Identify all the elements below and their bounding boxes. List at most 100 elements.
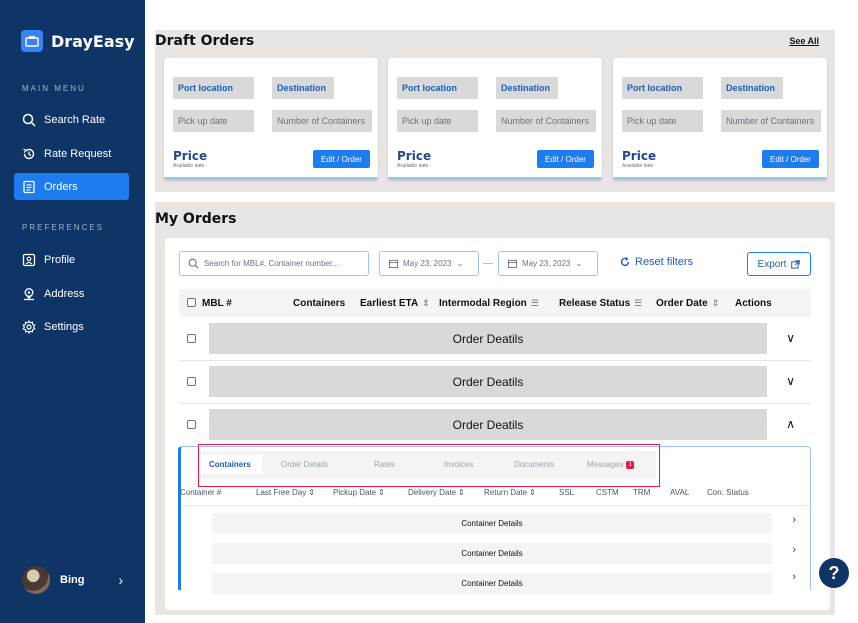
column-containers[interactable]: Containers xyxy=(293,298,345,309)
filter-icon: ☰ xyxy=(530,298,539,308)
divider xyxy=(181,505,810,506)
draft-card[interactable]: Port location Destination Pick up date N… xyxy=(388,58,602,180)
column-mbl[interactable]: MBL # xyxy=(202,298,232,309)
avatar xyxy=(22,566,50,594)
calendar-icon xyxy=(389,259,398,268)
column-con-status[interactable]: Con. Status xyxy=(707,488,749,497)
search-icon xyxy=(22,113,36,127)
gear-icon xyxy=(22,319,36,334)
column-actions: Actions xyxy=(735,298,772,309)
order-details: Order Deatils xyxy=(209,409,767,440)
date-from-value: May 23, 2023 xyxy=(403,259,452,268)
sort-icon: ⇕ xyxy=(422,298,430,308)
port-location: Port location xyxy=(173,77,254,99)
edit-order-button[interactable]: Edit / Order xyxy=(313,150,370,168)
chevron-down-icon: ⌄ xyxy=(575,259,583,268)
chevron-down-icon[interactable]: ∨ xyxy=(786,374,795,388)
column-aval[interactable]: AVAL xyxy=(670,488,689,497)
select-all-checkbox[interactable] xyxy=(187,298,196,307)
price-label: Price xyxy=(622,149,657,163)
help-button[interactable]: ? xyxy=(819,558,849,588)
container-icon xyxy=(21,30,43,52)
date-to-picker[interactable]: May 23, 2023 ⌄ xyxy=(498,251,598,276)
reset-filters-button[interactable]: Reset filters xyxy=(620,256,693,268)
sort-icon: ⇕ xyxy=(711,298,720,308)
edit-order-button[interactable]: Edit / Order xyxy=(537,150,594,168)
chevron-down-icon: ⌄ xyxy=(456,259,464,268)
reset-filters-label: Reset filters xyxy=(635,256,694,268)
chevron-right-icon: › xyxy=(118,572,124,588)
sidebar-item-label: Address xyxy=(44,287,85,300)
column-return-date[interactable]: Return Date ⇕ xyxy=(484,488,536,497)
sidebar-item-profile[interactable]: Profile xyxy=(14,246,129,273)
search-placeholder: Search for MBL#, Container number... xyxy=(204,259,339,268)
chevron-right-icon[interactable]: › xyxy=(792,571,796,583)
chevron-up-icon[interactable]: ∧ xyxy=(786,417,795,431)
container-row[interactable]: Container Details xyxy=(212,513,772,534)
sort-icon: ⇕ xyxy=(458,488,465,497)
column-container-number[interactable]: Container # xyxy=(180,488,221,497)
column-earliest-eta[interactable]: Earliest ETA ⇕ xyxy=(360,298,430,309)
date-to-value: May 23, 2023 xyxy=(522,259,571,268)
my-orders-panel: My Orders Search for MBL#, Container num… xyxy=(155,202,835,615)
number-of-containers: Number of Containers xyxy=(496,110,596,132)
edit-order-button[interactable]: Edit / Order xyxy=(762,150,819,168)
pickup-date: Pick up date xyxy=(622,110,703,132)
chevron-right-icon[interactable]: › xyxy=(792,514,796,526)
column-intermodal-region[interactable]: Intermodal Region ☰ xyxy=(439,298,539,309)
sort-icon: ⇕ xyxy=(529,488,536,497)
number-of-containers: Number of Containers xyxy=(272,110,372,132)
sort-icon: ⇕ xyxy=(308,488,315,497)
container-row[interactable]: Container Details xyxy=(212,543,772,564)
user-name: Bing xyxy=(60,574,85,586)
draft-card[interactable]: Port location Destination Pick up date N… xyxy=(613,58,827,180)
column-trm[interactable]: TRM xyxy=(633,488,650,497)
container-row[interactable]: Container Details xyxy=(212,573,772,594)
sidebar-item-orders[interactable]: Orders xyxy=(14,173,129,200)
user-menu[interactable]: Bing › xyxy=(22,566,123,594)
row-checkbox[interactable] xyxy=(187,334,196,343)
search-input[interactable]: Search for MBL#, Container number... xyxy=(179,251,369,276)
available-date: Available date xyxy=(397,163,429,169)
column-last-free-day[interactable]: Last Free Day ⇕ xyxy=(256,488,315,497)
table-row[interactable]: Order Deatils ∧ xyxy=(179,404,811,447)
port-location: Port location xyxy=(622,77,703,99)
available-date: Available date xyxy=(622,163,654,169)
destination: Destination xyxy=(496,77,558,99)
sidebar-item-settings[interactable]: Settings xyxy=(14,313,129,340)
column-pickup-date[interactable]: Pickup Date ⇕ xyxy=(333,488,385,497)
sort-icon: ⇕ xyxy=(378,488,385,497)
tabs-highlight-outline xyxy=(198,444,660,487)
column-order-date[interactable]: Order Date ⇕ xyxy=(656,298,719,309)
column-delivery-date[interactable]: Delivery Date ⇕ xyxy=(408,488,465,497)
draft-card[interactable]: Port location Destination Pick up date N… xyxy=(164,58,378,180)
port-location: Port location xyxy=(397,77,478,99)
sidebar-item-address[interactable]: Address xyxy=(14,280,129,307)
main-menu-label: MAIN MENU xyxy=(22,84,86,93)
table-row[interactable]: Order Deatils ∨ xyxy=(179,361,811,404)
chevron-down-icon[interactable]: ∨ xyxy=(786,331,795,345)
column-release-status[interactable]: Release Status ☰ xyxy=(559,298,642,309)
see-all-link[interactable]: See All xyxy=(789,36,819,46)
sidebar-item-label: Rate Request xyxy=(44,147,112,160)
date-range-separator: — xyxy=(483,258,493,269)
pickup-date: Pick up date xyxy=(173,110,254,132)
column-cstm[interactable]: CSTM xyxy=(596,488,619,497)
number-of-containers: Number of Containers xyxy=(721,110,821,132)
chevron-right-icon[interactable]: › xyxy=(792,544,796,556)
row-checkbox[interactable] xyxy=(187,377,196,386)
column-ssl[interactable]: SSL xyxy=(559,488,574,497)
table-row[interactable]: Order Deatils ∨ xyxy=(179,318,811,361)
history-icon xyxy=(23,147,35,159)
draft-orders-panel: Draft Orders See All Port location Desti… xyxy=(155,30,835,192)
search-icon xyxy=(188,258,199,269)
export-button[interactable]: Export xyxy=(747,252,811,276)
export-label: Export xyxy=(757,258,787,270)
row-checkbox[interactable] xyxy=(187,420,196,429)
sidebar-item-search-rate[interactable]: Search Rate xyxy=(14,106,129,133)
date-from-picker[interactable]: May 23, 2023 ⌄ xyxy=(379,251,479,276)
brand-logo[interactable]: DrayEasy xyxy=(21,30,135,52)
sidebar-item-rate-request[interactable]: Rate Request xyxy=(14,140,129,167)
card-accent xyxy=(388,177,602,180)
order-details: Order Deatils xyxy=(209,366,767,397)
